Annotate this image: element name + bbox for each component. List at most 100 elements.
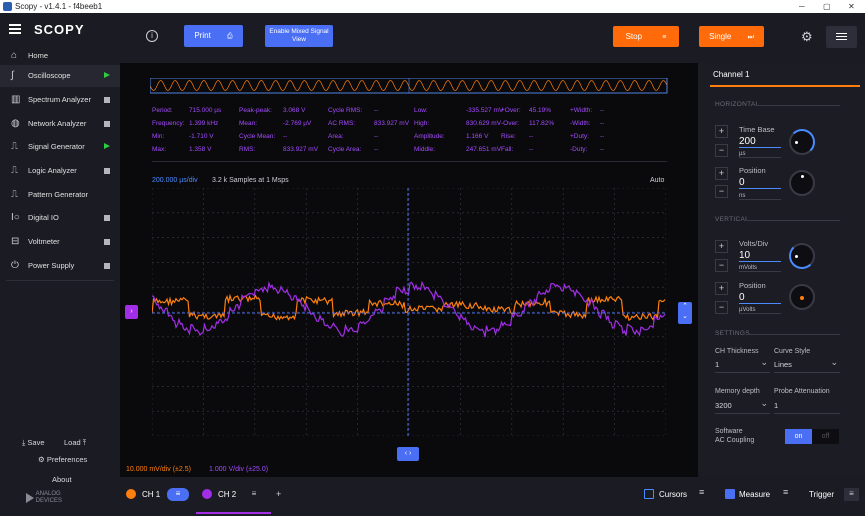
add-channel-button[interactable]: +: [276, 489, 281, 499]
signal-generator-icon: ⎍: [11, 141, 18, 152]
trigger-menu-icon[interactable]: ≡: [844, 488, 859, 501]
bottom-channel-bar: CH 1 ≡ CH 2 ≡ + Cursors ≡ Measure ≡ Trig…: [120, 477, 865, 516]
sidebar-divider: [6, 280, 114, 281]
measurement-label: Middle:: [414, 146, 435, 153]
time-base-knob[interactable]: [789, 129, 815, 155]
overview-timeline[interactable]: [150, 78, 668, 94]
h-position-unit-select[interactable]: ns: [739, 193, 781, 200]
time-base-unit-select[interactable]: µs: [739, 151, 781, 158]
h-position-increment-button[interactable]: +: [715, 167, 728, 180]
logic-analyzer-icon: ⎍: [11, 165, 18, 176]
enable-mixed-signal-button[interactable]: Enable Mixed Signal View: [265, 25, 333, 47]
save-button[interactable]: ⤓ Save: [22, 438, 45, 448]
stop-icon: ≡: [662, 34, 667, 41]
h-position-knob[interactable]: [789, 170, 815, 196]
load-button[interactable]: Load ⤒: [64, 438, 86, 448]
print-button[interactable]: Print ⎙: [184, 25, 243, 47]
curve-style-label: Curve Style: [774, 348, 811, 355]
running-indicator-icon: [104, 72, 110, 78]
hamburger-menu-icon[interactable]: [9, 24, 21, 34]
ch2-label[interactable]: CH 2: [218, 490, 236, 499]
measurement-label: RMS:: [239, 146, 256, 153]
memory-depth-select[interactable]: 3200: [715, 398, 770, 414]
time-base-input[interactable]: 200: [739, 136, 781, 148]
settings-gear-icon[interactable]: ⚙: [801, 29, 813, 45]
v-position-unit-select[interactable]: µVolts: [739, 307, 781, 314]
sidebar-item-digital-io[interactable]: I○ Digital IO: [0, 207, 120, 229]
sidebar-item-voltmeter[interactable]: ⊟ Voltmeter: [0, 231, 120, 253]
sidebar-item-power-supply[interactable]: ⏻ Power Supply: [0, 255, 120, 277]
minimize-icon[interactable]: ─: [799, 0, 805, 13]
sidebar-item-label: Network Analyzer: [28, 119, 87, 128]
cursors-label[interactable]: Cursors: [659, 490, 687, 499]
curve-style-select[interactable]: Lines: [774, 357, 840, 373]
info-icon[interactable]: i: [146, 30, 158, 42]
time-base-decrement-button[interactable]: −: [715, 144, 728, 157]
h-position-input[interactable]: 0: [739, 177, 781, 189]
stopped-indicator-icon: [104, 121, 110, 127]
v-position-increment-button[interactable]: +: [715, 282, 728, 295]
ch2-offset-handle[interactable]: ›: [125, 305, 138, 319]
toggle-off[interactable]: off: [812, 429, 839, 444]
sidebar-item-network-analyzer[interactable]: ◍ Network Analyzer: [0, 113, 120, 135]
about-button[interactable]: About: [52, 475, 72, 484]
sidebar-item-oscilloscope[interactable]: ∫ Oscilloscope: [0, 65, 120, 87]
measurement-label: Cycle RMS:: [328, 107, 363, 114]
ch2-menu-icon[interactable]: ≡: [244, 488, 264, 501]
analog-devices-logo: ANALOG DEVICES: [26, 491, 86, 505]
h-position-decrement-button[interactable]: −: [715, 185, 728, 198]
ac-coupling-toggle[interactable]: on off: [785, 429, 839, 444]
sidebar-item-logic-analyzer[interactable]: ⎍ Logic Analyzer: [0, 160, 120, 182]
ch2-color-dot[interactable]: [202, 489, 212, 499]
sidebar-item-home[interactable]: ⌂ Home: [0, 45, 120, 67]
measurement-value: --: [374, 146, 379, 153]
ch1-color-dot[interactable]: [126, 489, 136, 499]
trigger-level-handle[interactable]: ⌃ ⌄: [678, 302, 692, 324]
volts-div-increment-button[interactable]: +: [715, 240, 728, 253]
single-button[interactable]: Single ⏭: [699, 26, 764, 47]
sidebar: SCOPY ⌂ Home ∫ Oscilloscope ▥ Spectrum A…: [0, 13, 120, 516]
v-position-knob[interactable]: [789, 284, 815, 310]
cursors-menu-icon[interactable]: ≡: [699, 487, 704, 497]
measurement-value: --: [374, 107, 379, 114]
time-base-increment-button[interactable]: +: [715, 125, 728, 138]
sidebar-item-label: Oscilloscope: [28, 71, 71, 80]
ch1-label[interactable]: CH 1: [142, 490, 160, 499]
probe-attenuation-input[interactable]: 1: [774, 401, 840, 414]
stop-button[interactable]: Stop ≡: [613, 26, 679, 47]
maximize-icon[interactable]: ▢: [823, 0, 831, 13]
close-icon[interactable]: ✕: [848, 0, 855, 13]
horizontal-section-title: HORIZONTAL: [715, 101, 760, 108]
sidebar-item-pattern-generator[interactable]: ⎍ Pattern Generator: [0, 184, 120, 206]
volts-div-knob[interactable]: [789, 243, 815, 269]
oscilloscope-plot[interactable]: [152, 188, 666, 436]
measure-label[interactable]: Measure: [739, 490, 770, 499]
ch-thickness-select[interactable]: 1: [715, 357, 770, 373]
channel-settings-panel: Channel 1 HORIZONTAL + − Time Base 200 µ…: [698, 63, 865, 477]
preferences-label: Preferences: [46, 455, 88, 464]
sidebar-item-signal-generator[interactable]: ⎍ Signal Generator: [0, 136, 120, 158]
trigger-label[interactable]: Trigger: [809, 490, 834, 499]
probe-attenuation-label: Probe Attenuation: [774, 388, 830, 395]
volts-div-decrement-button[interactable]: −: [715, 259, 728, 272]
sidebar-item-spectrum-analyzer[interactable]: ▥ Spectrum Analyzer: [0, 89, 120, 111]
save-icon: ⤓: [22, 438, 26, 447]
measure-checkbox[interactable]: [725, 489, 735, 499]
analog-devices-text: ANALOG DEVICES: [35, 491, 63, 504]
ch1-menu-icon[interactable]: ≡: [167, 488, 189, 501]
toggle-on[interactable]: on: [785, 429, 812, 444]
stopped-indicator-icon: [104, 168, 110, 174]
menu-button[interactable]: [826, 26, 857, 48]
preferences-button[interactable]: ⚙ Preferences: [38, 455, 87, 464]
v-position-decrement-button[interactable]: −: [715, 301, 728, 314]
v-position-input[interactable]: 0: [739, 292, 781, 304]
volts-div-input[interactable]: 10: [739, 250, 781, 262]
volts-div-unit-select[interactable]: mVolts: [739, 265, 781, 272]
cursors-checkbox[interactable]: [644, 489, 654, 499]
measure-menu-icon[interactable]: ≡: [783, 487, 788, 497]
measurement-label: Peak-peak:: [239, 107, 272, 114]
settings-section-title: SETTINGS: [715, 330, 750, 337]
trigger-position-handle[interactable]: ‹ ›: [397, 447, 419, 461]
power-supply-icon: ⏻: [11, 260, 19, 271]
single-run-icon: ⏭: [747, 34, 754, 41]
